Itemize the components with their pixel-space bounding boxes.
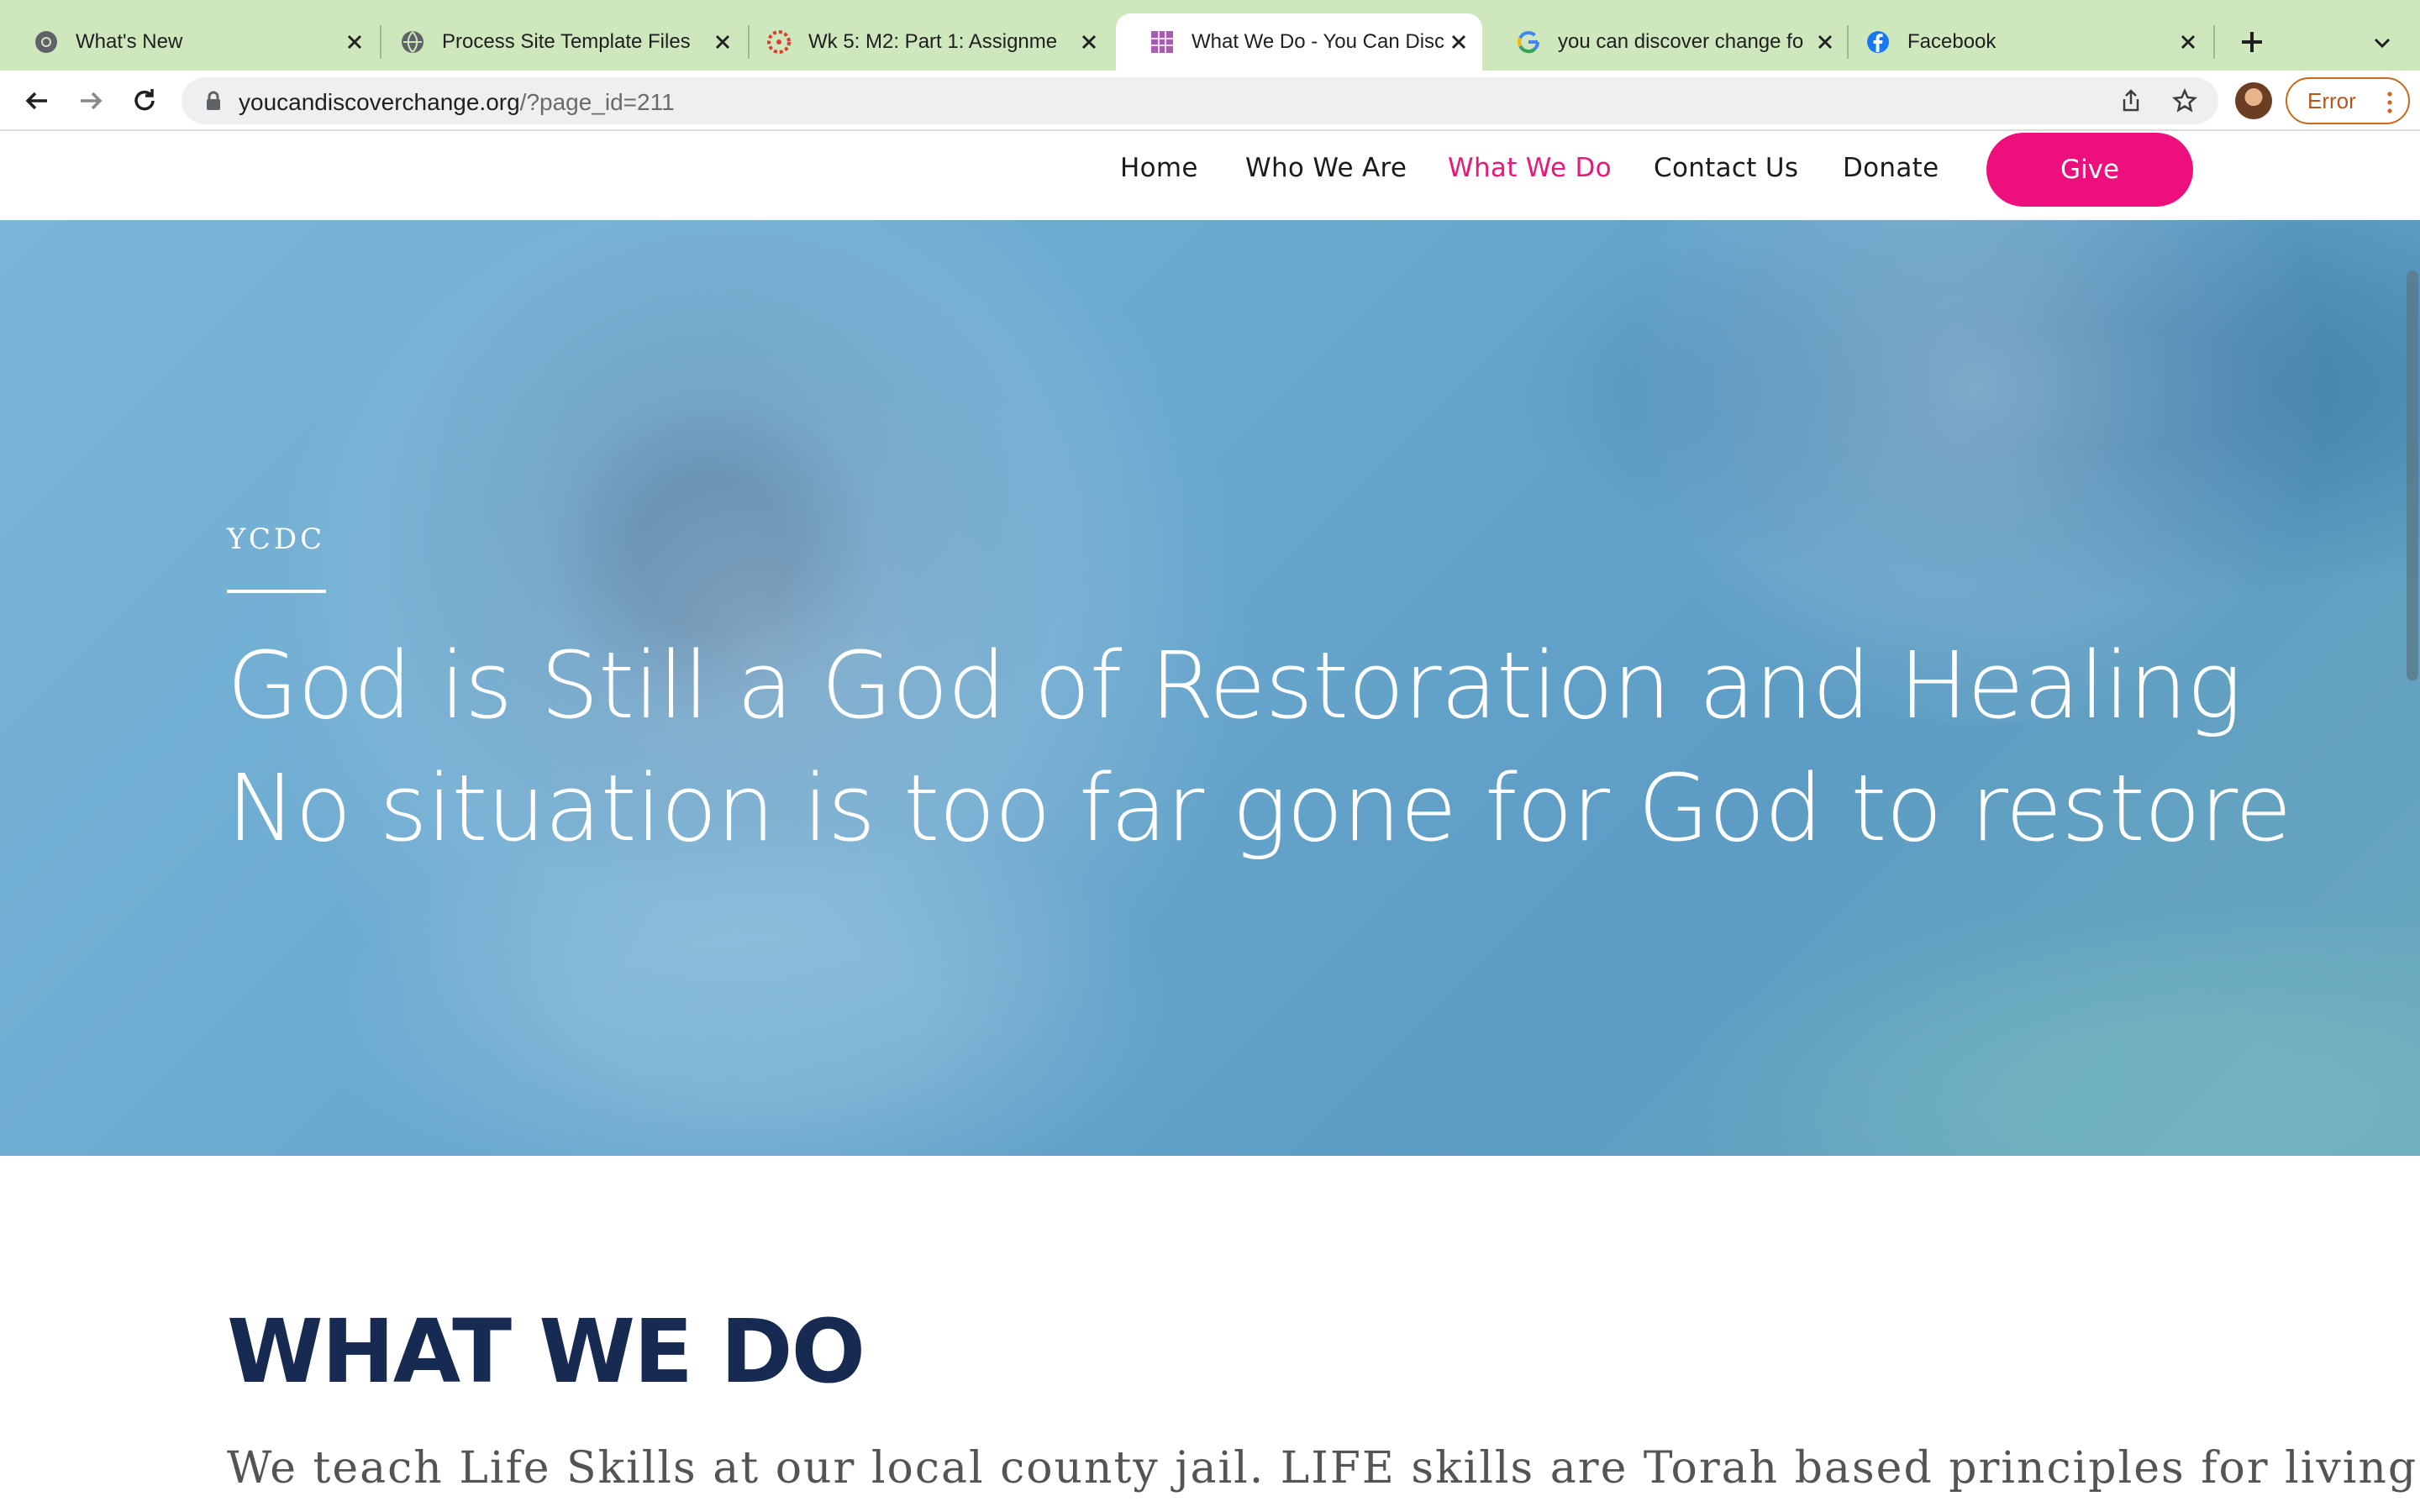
tab-what-we-do[interactable]: What We Do - You Can Disc	[1116, 13, 1482, 71]
lock-icon[interactable]	[202, 89, 225, 113]
tab-title: Facebook	[1907, 30, 1996, 53]
tab-facebook[interactable]: Facebook	[1832, 13, 2212, 71]
url-text[interactable]: youcandiscoverchange.org/?page_id=211	[239, 89, 675, 116]
nav-home[interactable]: Home	[1120, 153, 1198, 183]
new-tab-icon[interactable]	[2235, 25, 2269, 59]
give-button[interactable]: Give	[1986, 133, 2193, 207]
chrome-icon	[35, 31, 57, 53]
tab-title: you can discover change fo	[1558, 30, 1804, 53]
close-icon[interactable]	[343, 30, 366, 54]
tab-process-site-template[interactable]: Process Site Template Files	[366, 13, 746, 71]
reload-icon[interactable]	[128, 84, 161, 118]
tab-title: Wk 5: M2: Part 1: Assignme	[808, 30, 1058, 53]
back-arrow-icon[interactable]	[20, 84, 54, 118]
share-icon[interactable]	[2118, 87, 2144, 114]
tab-title: What We Do - You Can Disc	[1192, 30, 1444, 53]
site-grid-icon	[1151, 31, 1173, 53]
tab-divider	[2213, 25, 2215, 59]
url-domain: youcandiscoverchange.org	[239, 89, 520, 115]
nav-who-we-are[interactable]: Who We Are	[1245, 153, 1407, 183]
nav-donate[interactable]: Donate	[1843, 153, 1939, 183]
profile-avatar[interactable]	[2235, 82, 2272, 119]
page-scrollbar[interactable]	[2407, 270, 2418, 680]
sync-error-button[interactable]: Error	[2286, 77, 2410, 124]
tab-assignment[interactable]: Wk 5: M2: Part 1: Assignme	[733, 13, 1113, 71]
hero-heading-line-1: God is Still a God of Restoration and He…	[227, 632, 2242, 739]
sync-error-label: Error	[2307, 87, 2356, 113]
tab-google-search[interactable]: you can discover change fo	[1482, 13, 1849, 71]
hero-divider	[227, 590, 326, 593]
browser-toolbar: youcandiscoverchange.org/?page_id=211 Er…	[0, 71, 2420, 131]
nav-contact-us[interactable]: Contact Us	[1654, 153, 1798, 183]
hero-heading-line-2: No situation is too far gone for God to …	[227, 754, 2292, 862]
chevron-down-icon[interactable]	[2370, 30, 2395, 55]
section-title: WHAT WE DO	[227, 1300, 865, 1403]
close-icon[interactable]	[711, 30, 734, 54]
forward-arrow-icon[interactable]	[74, 84, 108, 118]
section-body: We teach Life Skills at our local county…	[227, 1443, 2420, 1494]
site-header: Home Who We Are What We Do Contact Us Do…	[0, 133, 2420, 220]
browser-tabstrip: What's New Process Site Template Files W…	[0, 0, 2420, 71]
close-icon[interactable]	[2176, 30, 2200, 54]
nav-what-we-do[interactable]: What We Do	[1448, 153, 1612, 183]
canvas-lms-icon	[767, 30, 791, 54]
address-bar[interactable]: youcandiscoverchange.org/?page_id=211	[182, 77, 2218, 124]
bookmark-star-icon[interactable]	[2171, 87, 2198, 114]
globe-icon	[402, 31, 424, 53]
close-icon[interactable]	[1447, 30, 1470, 54]
more-vert-icon[interactable]	[2383, 89, 2396, 116]
tab-title: Process Site Template Files	[442, 30, 691, 53]
close-icon[interactable]	[1077, 30, 1101, 54]
hero-banner: YCDC God is Still a God of Restoration a…	[0, 220, 2420, 1156]
tab-title: What's New	[76, 30, 183, 53]
facebook-icon	[1867, 31, 1889, 53]
tab-whats-new[interactable]: What's New	[0, 13, 378, 71]
hero-eyebrow: YCDC	[227, 522, 326, 556]
url-path: /?page_id=211	[519, 89, 675, 115]
google-icon	[1517, 31, 1540, 54]
